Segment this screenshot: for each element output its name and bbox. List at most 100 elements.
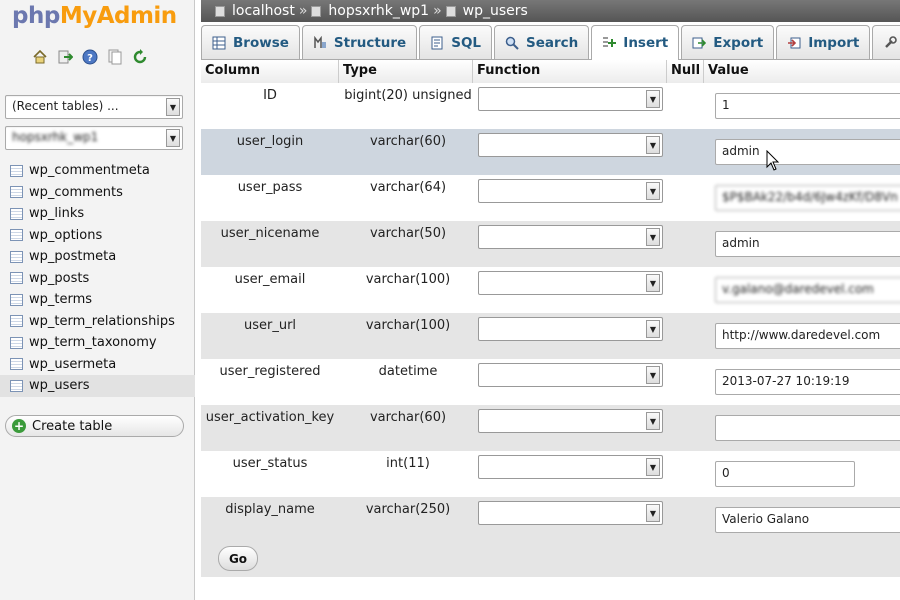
value-input[interactable]: 0 [715,461,855,487]
value-input[interactable]: $P$BAk22/b4d/6Jw4zKf/D8Vn [715,185,900,211]
sidebar-table-label: wp_term_taxonomy [29,335,157,351]
column-name: user_registered [219,364,321,379]
go-button[interactable]: Go [218,546,258,571]
value-input[interactable]: Valerio Galano [715,507,900,533]
column-type: varchar(60) [369,410,447,425]
tab-search[interactable]: Search [494,25,590,59]
table-icon [445,5,456,17]
tab-browse[interactable]: Browse [201,25,300,59]
svg-text:?: ? [87,53,93,64]
sidebar-table-item[interactable]: wp_term_relationships [0,311,195,333]
help-icon[interactable]: ? [81,48,99,66]
table-icon [10,229,23,242]
sidebar-table-item[interactable]: wp_terms [0,289,195,311]
tab-sql[interactable]: SQL [419,25,493,59]
sidebar-table-label: wp_comments [29,184,123,200]
column-name: ID [263,88,277,103]
column-type: bigint(20) unsigned [344,88,472,103]
tab-structure[interactable]: Structure [301,25,418,59]
search-icon [505,36,519,50]
tab-export[interactable]: Export [681,25,775,59]
breadcrumb-table[interactable]: wp_users [463,3,528,19]
sidebar-table-item[interactable]: wp_comments [0,182,195,204]
reload-icon[interactable] [131,48,149,66]
chevron-down-icon: ▼ [166,129,180,147]
sidebar-table-item[interactable]: wp_commentmeta [0,160,195,182]
value-input[interactable]: 1 [715,93,900,119]
grid-rows: ID bigint(20) unsigned ▼ 1 user_login varchar… [201,83,900,543]
sidebar-table-label: wp_postmeta [29,249,117,265]
sidebar-table-label: wp_options [29,227,103,243]
table-icon [10,207,23,220]
column-type: varchar(64) [369,180,447,195]
function-select[interactable]: ▼ [478,179,663,203]
database-select[interactable]: hopsxrhk_wp1 ▼ [5,126,183,150]
value-input[interactable]: admin [715,231,900,257]
sidebar-table-item[interactable]: wp_term_taxonomy [0,332,195,354]
function-select[interactable]: ▼ [478,271,663,295]
table-icon [10,250,23,263]
home-icon[interactable] [31,48,49,66]
value-input[interactable]: v.galano@daredevel.com [715,277,900,303]
table-row: user_pass varchar(64) ▼ $P$BAk22/b4d/6Jw4zK… [201,175,900,221]
value-input[interactable]: 2013-07-27 10:19:19 [715,369,900,395]
function-select[interactable]: ▼ [478,363,663,387]
quick-icons-bar: ? [31,48,149,66]
table-icon [10,336,23,349]
docs-icon[interactable] [106,48,124,66]
tab-label: Browse [233,34,289,51]
table-row: user_nicename varchar(50) ▼ admin [201,221,900,267]
column-name: user_status [232,456,308,471]
value-input[interactable]: admin [715,139,900,165]
header-type: Type [339,60,473,83]
sidebar-table-item[interactable]: wp_users [0,375,195,397]
breadcrumb-database[interactable]: hopsxrhk_wp1 [328,3,429,19]
value-input[interactable]: http://www.daredevel.com [715,323,900,349]
sidebar-table-label: wp_term_relationships [29,313,175,329]
table-row: display_name varchar(250) ▼ Valerio Galano [201,497,900,543]
value-input[interactable] [715,415,900,441]
chevron-down-icon: ▼ [646,228,660,246]
mouse-cursor-icon [766,150,780,171]
sidebar-table-item[interactable]: wp_usermeta [0,354,195,376]
table-icon [10,315,23,328]
sidebar-table-item[interactable]: wp_posts [0,268,195,290]
sidebar-table-item[interactable]: wp_options [0,225,195,247]
column-name: user_nicename [220,226,320,241]
tab-op[interactable]: Op [872,25,900,59]
breadcrumb-server[interactable]: localhost [232,3,295,19]
chevron-down-icon: ▼ [646,320,660,338]
create-table-button[interactable]: + Create table [5,415,184,437]
export-icon [692,36,707,50]
header-null: Null [667,60,704,83]
exit-icon[interactable] [56,48,74,66]
structure-icon [313,35,327,50]
sidebar-table-label: wp_users [29,378,90,394]
table-icon [10,186,23,199]
column-type: varchar(50) [369,226,447,241]
function-select[interactable]: ▼ [478,501,663,525]
function-select[interactable]: ▼ [478,87,663,111]
tab-label: Structure [333,34,407,51]
function-select[interactable]: ▼ [478,455,663,479]
column-name: user_url [243,318,297,333]
phpmyadmin-logo[interactable]: phpMyAdmin [12,3,177,29]
sidebar-table-item[interactable]: wp_links [0,203,195,225]
function-select[interactable]: ▼ [478,225,663,249]
function-select[interactable]: ▼ [478,317,663,341]
sidebar-table-item[interactable]: wp_postmeta [0,246,195,268]
table-row: ID bigint(20) unsigned ▼ 1 [201,83,900,129]
column-name: user_email [234,272,306,287]
chevron-down-icon: ▼ [646,504,660,522]
tab-import[interactable]: Import [776,25,871,59]
sidebar-table-label: wp_terms [29,292,93,308]
breadcrumb: localhost » hopsxrhk_wp1 » wp_users [201,0,900,22]
sql-icon [430,36,444,50]
recent-tables-value: (Recent tables) ... [12,99,119,113]
tab-insert[interactable]: Insert [591,25,680,60]
recent-tables-select[interactable]: (Recent tables) ... ▼ [5,95,183,119]
table-list: wp_commentmeta wp_comments wp_links wp_opti… [0,160,195,397]
function-select[interactable]: ▼ [478,133,663,157]
tab-label: Import [808,34,860,51]
function-select[interactable]: ▼ [478,409,663,433]
